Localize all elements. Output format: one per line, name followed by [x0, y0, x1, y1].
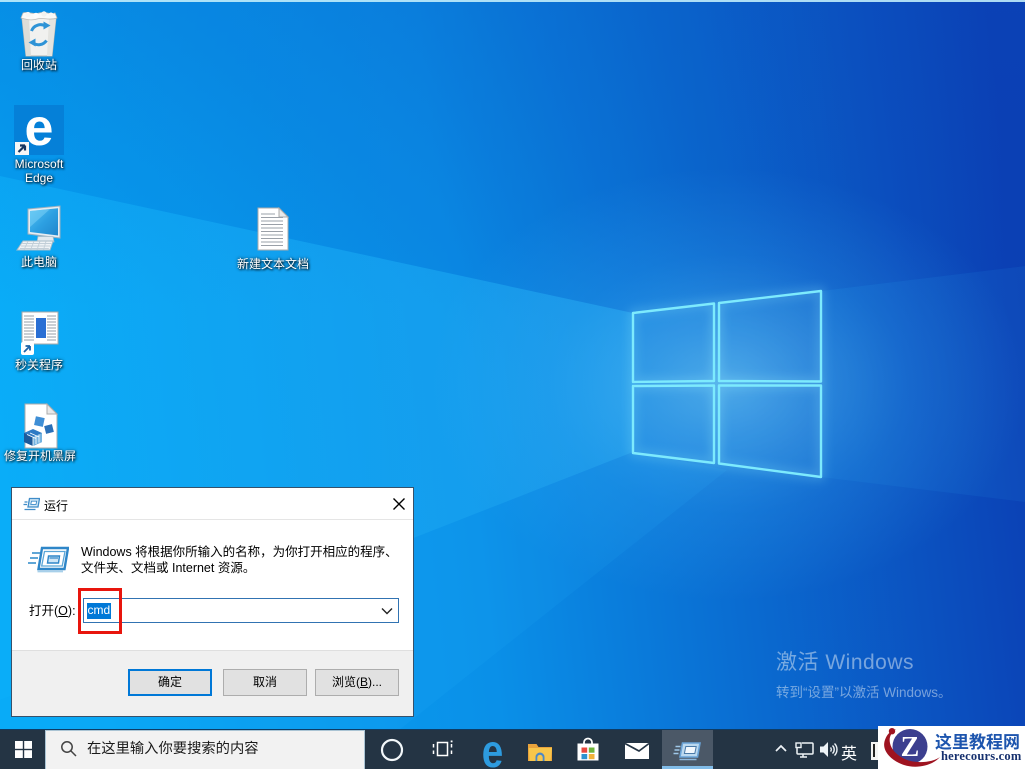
svg-text:Z: Z — [901, 732, 920, 763]
